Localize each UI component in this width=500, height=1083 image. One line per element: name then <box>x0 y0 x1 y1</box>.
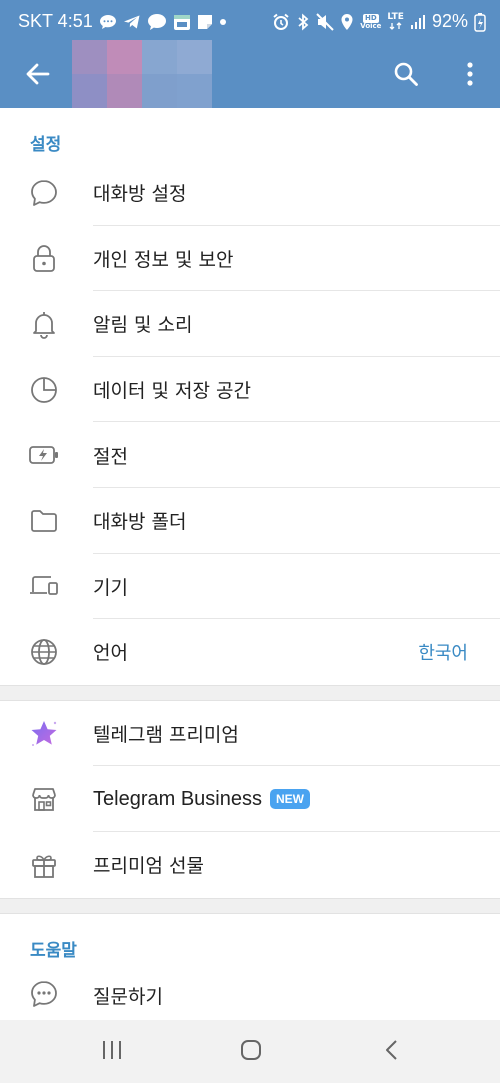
note-notification-icon <box>197 14 213 30</box>
recent-apps-button[interactable] <box>92 1036 132 1068</box>
message-notification-icon <box>99 14 117 30</box>
settings-item-folders[interactable]: 대화방 폴더 <box>0 488 500 554</box>
bluetooth-icon <box>296 13 310 31</box>
lock-icon <box>28 242 60 274</box>
more-options-button[interactable] <box>452 58 488 94</box>
settings-item-label: 개인 정보 및 보안 <box>93 248 234 271</box>
help-item-ask-question[interactable]: 질문하기 <box>0 966 500 1022</box>
settings-item-label: 알림 및 소리 <box>93 314 193 337</box>
section-separator <box>0 897 500 914</box>
help-item-label: 질문하기 <box>93 985 163 1008</box>
settings-item-label: 기기 <box>93 576 128 599</box>
status-bar: SKT 4:51 HD Voice LTE 92% <box>0 0 500 44</box>
new-badge: NEW <box>269 788 310 809</box>
battery-percent: 92% <box>431 11 468 31</box>
home-icon <box>240 1039 262 1065</box>
settings-section: 설정 대화방 설정 개인 정보 및 보안 알림 및 소리 데이터 및 저장 공간… <box>0 108 500 685</box>
premium-item-label: Telegram Business NEW <box>93 788 310 811</box>
section-header-help: 도움말 <box>30 940 77 961</box>
settings-item-label: 대화방 폴더 <box>93 511 187 534</box>
chat-dots-icon <box>28 978 60 1010</box>
voice-label: Voice <box>360 21 382 30</box>
blur-block <box>142 40 177 74</box>
settings-item-label: 언어 <box>93 642 128 665</box>
settings-item-data-storage[interactable]: 데이터 및 저장 공간 <box>0 357 500 423</box>
business-label-text: Telegram Business <box>93 787 262 810</box>
app-bar <box>0 40 500 108</box>
system-nav-bar <box>0 1020 500 1083</box>
devices-icon <box>28 570 60 602</box>
search-button[interactable] <box>388 58 424 94</box>
signal-icon <box>410 14 426 30</box>
settings-item-label: 데이터 및 저장 공간 <box>93 380 251 403</box>
status-time: SKT 4:51 <box>18 11 93 31</box>
blur-block <box>142 74 177 108</box>
settings-item-label: 대화방 설정 <box>93 183 187 206</box>
blur-block <box>177 40 212 74</box>
more-vertical-icon <box>466 61 474 91</box>
settings-item-chat[interactable]: 대화방 설정 <box>0 160 500 226</box>
alarm-icon <box>272 13 290 31</box>
help-section: 도움말 질문하기 <box>0 913 500 1022</box>
status-right: HD Voice LTE 92% <box>272 11 486 32</box>
premium-item-gift[interactable]: 프리미엄 선물 <box>0 832 500 898</box>
battery-bolt-icon <box>28 439 60 471</box>
premium-item-label: 텔레그램 프리미엄 <box>93 724 239 747</box>
globe-icon <box>28 636 60 668</box>
avatar[interactable] <box>72 40 212 108</box>
blur-block <box>72 40 107 74</box>
chat-bubble-icon <box>28 177 60 209</box>
lte-label: LTE <box>387 12 404 22</box>
premium-star-icon <box>28 718 60 750</box>
section-header-settings: 설정 <box>30 135 62 155</box>
section-separator <box>0 684 500 701</box>
system-back-button[interactable] <box>372 1036 412 1068</box>
battery-charging-icon <box>474 12 486 32</box>
settings-item-devices[interactable]: 기기 <box>0 554 500 620</box>
blur-block <box>177 74 212 108</box>
premium-item-telegram-premium[interactable]: 텔레그램 프리미엄 <box>0 701 500 767</box>
telegram-notification-icon <box>123 14 141 30</box>
settings-item-label: 절전 <box>93 445 128 468</box>
back-button[interactable] <box>20 58 56 94</box>
recent-apps-icon <box>101 1039 123 1065</box>
store-icon <box>28 783 60 815</box>
premium-item-label: 프리미엄 선물 <box>93 855 204 878</box>
status-left: SKT 4:51 <box>18 11 227 32</box>
blur-block <box>72 74 107 108</box>
mute-icon <box>316 12 334 31</box>
settings-item-privacy[interactable]: 개인 정보 및 보안 <box>0 226 500 292</box>
premium-section: 텔레그램 프리미엄 Telegram Business NEW 프리미엄 선물 <box>0 700 500 898</box>
settings-item-notifications[interactable]: 알림 및 소리 <box>0 291 500 357</box>
talk-notification-icon <box>147 13 167 31</box>
bell-icon <box>28 308 60 340</box>
home-button[interactable] <box>231 1036 271 1068</box>
gift-icon <box>28 849 60 881</box>
arrow-left-icon <box>25 61 51 91</box>
settings-content: 설정 대화방 설정 개인 정보 및 보안 알림 및 소리 데이터 및 저장 공간… <box>0 108 500 1022</box>
location-icon <box>340 13 354 31</box>
more-notifications-dot-icon <box>219 18 227 26</box>
search-icon <box>393 61 419 91</box>
premium-item-telegram-business[interactable]: Telegram Business NEW <box>0 766 500 832</box>
chevron-left-icon <box>381 1039 403 1065</box>
settings-item-language[interactable]: 언어 한국어 <box>0 619 500 685</box>
settings-item-power-saving[interactable]: 절전 <box>0 422 500 488</box>
calendar-notification-icon <box>173 13 191 31</box>
hd-voice-icon: HD Voice <box>360 13 382 30</box>
language-value: 한국어 <box>418 642 468 664</box>
lte-icon: LTE <box>387 13 404 30</box>
pie-chart-icon <box>28 374 60 406</box>
blur-block <box>107 40 142 74</box>
blur-block <box>107 74 142 108</box>
folder-icon <box>28 505 60 537</box>
